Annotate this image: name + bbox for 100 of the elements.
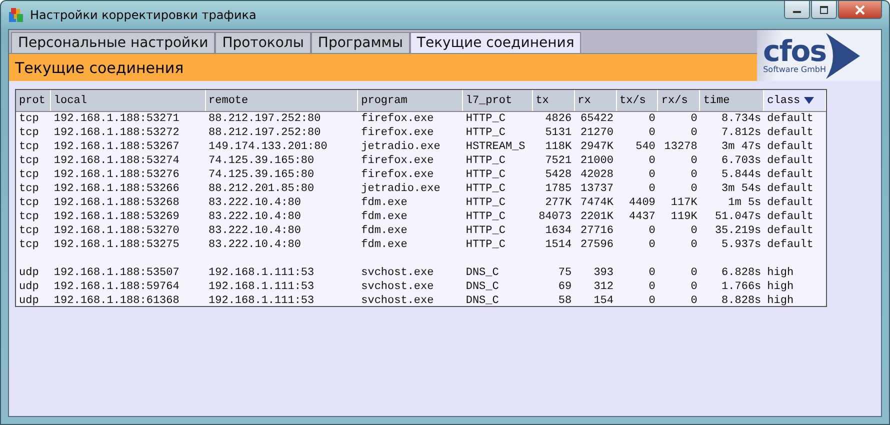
table-cell-text: 0 — [690, 225, 698, 237]
column-header[interactable]: tx — [532, 90, 575, 111]
table-cell-text: 83.222.10.4:80 — [208, 211, 302, 223]
app-icon — [8, 7, 24, 23]
table-cell-text: 540 — [634, 141, 656, 153]
column-header[interactable]: rx/s — [658, 90, 700, 111]
table-cell-text: firefox.exe — [360, 155, 435, 167]
window-title: Настройки корректировки трафика — [30, 8, 256, 22]
table-cell-text: fdm.exe — [360, 211, 408, 223]
table-cell-text: udp — [18, 267, 40, 279]
table-cell-text: 69 — [557, 281, 573, 293]
table-cell-text: 2201K — [579, 211, 614, 223]
table-cell-text: default — [766, 197, 814, 209]
table-cell-text: 1514 — [544, 239, 573, 251]
table-cell-text: HTTP_C — [464, 169, 506, 181]
table-cell-text: HTTP_C — [464, 225, 506, 237]
table-cell-text: jetradio.exe — [360, 183, 442, 195]
column-header[interactable]: rx — [574, 90, 616, 111]
table-cell-text: 88.212.201.85:80 — [208, 183, 316, 195]
table-cell-text: tcp — [18, 183, 40, 195]
table-cell-text: 6.703s — [720, 155, 762, 167]
table-cell-text: 74.125.39.165:80 — [208, 155, 316, 167]
table-cell-text: tcp — [18, 127, 40, 139]
column-header[interactable]: tx/s — [616, 90, 658, 111]
table-cell-text: HSTREAM_S — [464, 141, 526, 153]
table-cell-text: default — [766, 169, 814, 181]
column-header[interactable]: remote — [206, 90, 358, 111]
table-cell-text: 83.222.10.4:80 — [208, 197, 302, 209]
table-cell-text: HTTP_C — [464, 197, 506, 209]
table-cell-text: DNS_C — [464, 295, 500, 307]
table-cell-text: 192.168.1.188:59764 — [52, 281, 180, 293]
table-cell-text: 0 — [690, 155, 698, 167]
table-cell-text: 4437 — [628, 211, 656, 223]
table-cell-text: 4826 — [544, 113, 573, 125]
table-cell-text: 119K — [670, 211, 698, 223]
tab[interactable]: Текущие соединения — [410, 32, 582, 53]
table-cell-text: 5.937s — [720, 239, 762, 251]
table-cell-text: HTTP_C — [464, 211, 506, 223]
tab[interactable]: Протоколы — [215, 32, 311, 53]
table-cell-text: tcp — [18, 197, 40, 209]
table-cell-text: 3m 54s — [720, 183, 762, 195]
table-cell-text: 13737 — [579, 183, 614, 195]
table-cell-text: 8.734s — [720, 113, 762, 125]
table-cell-text: 5428 — [544, 169, 573, 181]
tab[interactable]: Программы — [310, 32, 410, 53]
column-header[interactable]: prot — [16, 90, 51, 111]
table-cell-text: 7521 — [544, 155, 573, 167]
close-icon — [854, 4, 866, 14]
tab[interactable]: Персональные настройки — [11, 32, 216, 53]
table-cell-text: 393 — [592, 267, 614, 279]
table-cell-text: 0 — [648, 239, 656, 251]
table-cell-text: tcp — [18, 155, 40, 167]
table-cell-text: 192.168.1.188:53269 — [52, 211, 180, 223]
table-cell-text: default — [766, 225, 814, 237]
table-cell-text: firefox.exe — [360, 127, 435, 139]
table-cell-text: default — [766, 127, 814, 139]
table-cell-text: 42028 — [579, 169, 614, 181]
table-cell-text: tcp — [18, 225, 40, 237]
column-header[interactable]: local — [50, 90, 206, 111]
minimize-button[interactable] — [784, 1, 810, 19]
table-cell-text: high — [766, 295, 795, 307]
column-header[interactable]: l7_prot — [462, 90, 533, 111]
table-cell-text: 192.168.1.188:53266 — [52, 183, 180, 195]
table-cell-text: 0 — [690, 127, 698, 139]
table-cell-text: 0 — [648, 113, 656, 125]
table-cell-text: 0 — [690, 295, 698, 307]
table-cell-text: default — [766, 211, 814, 223]
table-cell-text: tcp — [18, 239, 40, 251]
table-cell-text: 277K — [544, 197, 573, 209]
table-cell-text: svchost.exe — [360, 281, 435, 293]
close-button[interactable] — [838, 1, 882, 19]
table-cell-text: tcp — [18, 169, 40, 181]
table-cell-text: 192.168.1.188:53274 — [52, 155, 180, 167]
table-cell-text: 3m 47s — [720, 141, 762, 153]
table-cell-text: HTTP_C — [464, 155, 506, 167]
table-cell-text: DNS_C — [464, 267, 500, 279]
column-header[interactable]: program — [358, 90, 463, 111]
table-cell-text: 192.168.1.188:53272 — [52, 127, 180, 139]
table-cell-text: HTTP_C — [464, 113, 506, 125]
table-cell-text: default — [766, 141, 814, 153]
maximize-button[interactable] — [811, 1, 837, 19]
section-title: Текущие соединения — [15, 58, 184, 76]
table-cell-text: 0 — [690, 183, 698, 195]
table-cell-text: 0 — [690, 267, 698, 279]
column-header[interactable]: class — [764, 90, 826, 111]
table-cell-text: 35.219s — [714, 225, 762, 237]
table-cell-text: high — [766, 267, 795, 279]
table-cell-text: 192.168.1.111:53 — [208, 267, 316, 279]
table-cell-text: 75 — [557, 267, 573, 279]
table-cell-text: 192.168.1.188:53276 — [52, 169, 180, 181]
table-cell-text: 0 — [648, 225, 656, 237]
table-cell-text: HTTP_C — [464, 127, 506, 139]
table-cell-text: tcp — [18, 141, 40, 153]
table-cell-text: 27596 — [579, 239, 614, 251]
table-cell-text: HTTP_C — [464, 183, 506, 195]
sort-down-icon — [804, 96, 814, 104]
table-cell-text: 0 — [648, 267, 656, 279]
table-cell-text: firefox.exe — [360, 169, 435, 181]
table-cell-text: 0 — [690, 169, 698, 181]
table-cell-text: 13278 — [663, 141, 698, 153]
